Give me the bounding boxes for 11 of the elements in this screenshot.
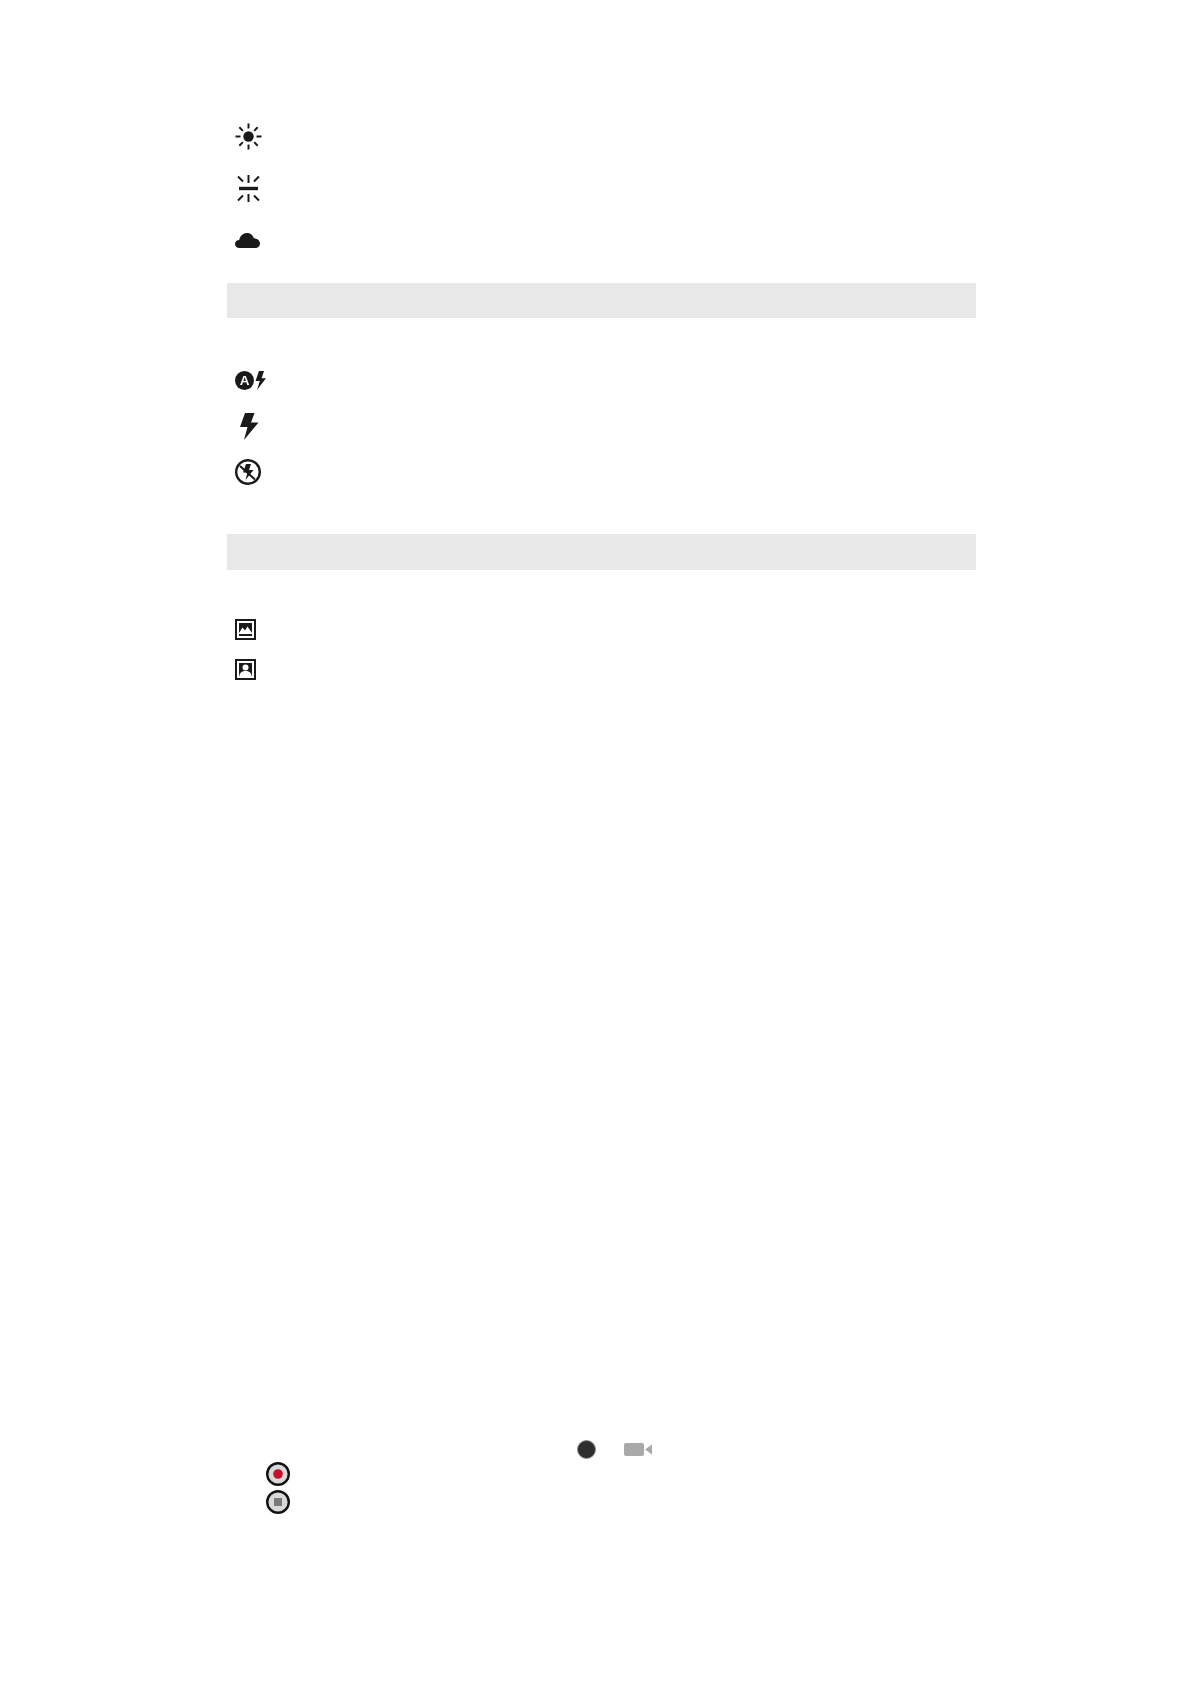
dot-icon <box>577 1440 596 1459</box>
landscape-icon <box>235 618 256 640</box>
lightning-bolt-icon <box>239 412 259 440</box>
stop-button-icon <box>266 1490 290 1514</box>
video-camera-icon <box>624 1443 652 1456</box>
sun-icon <box>235 122 262 150</box>
fluorescent-light-icon <box>235 174 262 202</box>
portrait-icon <box>235 658 256 680</box>
cloud-icon <box>235 232 260 248</box>
flash-off-icon <box>235 459 261 485</box>
record-button-icon <box>266 1462 290 1486</box>
